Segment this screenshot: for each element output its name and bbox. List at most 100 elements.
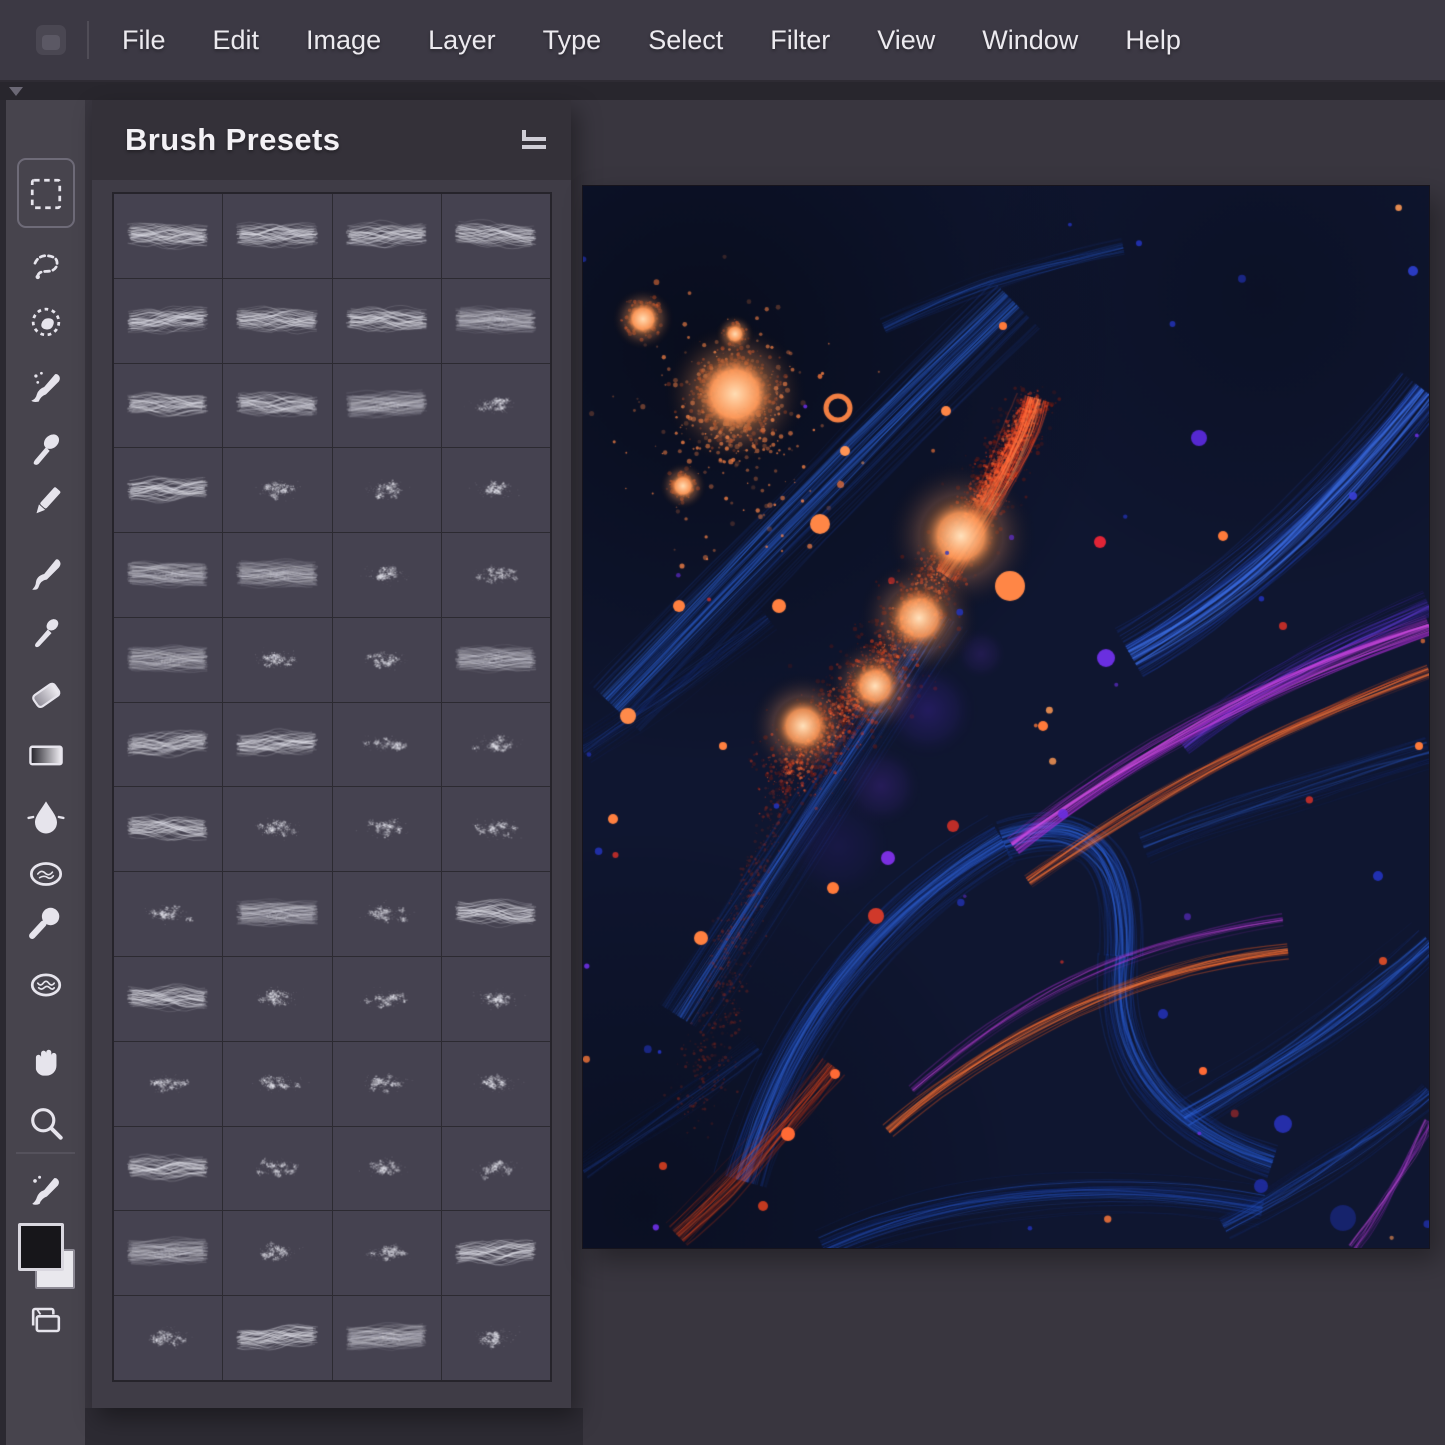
bottom-shade <box>85 1408 583 1445</box>
tool-sponge-icon[interactable] <box>20 959 72 1011</box>
brush-preset-cell[interactable] <box>333 194 441 278</box>
tool-gradient-icon[interactable] <box>20 729 72 781</box>
tool-pencil-icon[interactable] <box>20 476 72 528</box>
brush-preset-cell[interactable] <box>114 364 222 448</box>
brush-presets-panel: Brush Presets <box>92 100 571 1408</box>
brush-preset-cell[interactable] <box>333 872 441 956</box>
tool-mixer-brush-icon[interactable] <box>20 423 72 475</box>
tool-rectangular-marquee-icon[interactable] <box>20 168 72 220</box>
tool-color-swatches-icon[interactable] <box>17 1223 75 1289</box>
tool-pen-icon[interactable] <box>20 608 72 660</box>
menu-bar: File Edit Image Layer Type Select Filter View Wi… <box>0 0 1445 82</box>
brush-preset-cell[interactable] <box>442 279 550 363</box>
brush-preset-cell[interactable] <box>442 1296 550 1380</box>
app-logo-icon <box>36 25 66 55</box>
brush-preset-cell[interactable] <box>114 533 222 617</box>
brush-preset-cell[interactable] <box>114 1211 222 1295</box>
brush-preset-cell[interactable] <box>114 872 222 956</box>
menu-item-select[interactable]: Select <box>648 25 723 56</box>
tool-blur-icon[interactable] <box>20 791 72 843</box>
tool-zoom-icon[interactable] <box>20 1097 72 1149</box>
brush-preset-cell[interactable] <box>223 1296 331 1380</box>
brush-preset-cell[interactable] <box>333 1211 441 1295</box>
tool-healing-brush-icon[interactable] <box>20 296 72 348</box>
brush-preset-cell[interactable] <box>114 1127 222 1211</box>
brush-preset-cell[interactable] <box>442 448 550 532</box>
brush-preset-cell[interactable] <box>223 533 331 617</box>
brush-preset-cell[interactable] <box>442 787 550 871</box>
tool-smudge-icon[interactable] <box>20 848 72 900</box>
brush-preset-cell[interactable] <box>223 1127 331 1211</box>
panel-title: Brush Presets <box>125 122 340 158</box>
brush-preset-cell[interactable] <box>442 1042 550 1126</box>
brush-preset-cell[interactable] <box>114 1296 222 1380</box>
menu-item-edit[interactable]: Edit <box>213 25 260 56</box>
tool-lasso-icon[interactable] <box>20 239 72 291</box>
foreground-color-swatch[interactable] <box>18 1223 64 1271</box>
tool-detail-brush-icon[interactable] <box>20 1165 72 1217</box>
brush-preset-cell[interactable] <box>114 957 222 1041</box>
artwork-canvas[interactable] <box>583 186 1429 1248</box>
brush-preset-cell[interactable] <box>442 1127 550 1211</box>
menu-separator <box>87 21 89 59</box>
brush-preset-cell[interactable] <box>223 279 331 363</box>
brush-preset-cell[interactable] <box>223 448 331 532</box>
menu-item-image[interactable]: Image <box>306 25 381 56</box>
menu-item-layer[interactable]: Layer <box>428 25 496 56</box>
menu-item-filter[interactable]: Filter <box>770 25 830 56</box>
brush-preset-cell[interactable] <box>223 957 331 1041</box>
menu-item-window[interactable]: Window <box>982 25 1078 56</box>
brush-preset-cell[interactable] <box>333 618 441 702</box>
brush-preset-cell[interactable] <box>114 194 222 278</box>
brush-preset-cell[interactable] <box>114 1042 222 1126</box>
brush-preset-cell[interactable] <box>333 533 441 617</box>
brush-preset-cell[interactable] <box>223 1211 331 1295</box>
brush-preset-cell[interactable] <box>442 703 550 787</box>
brush-preset-cell[interactable] <box>442 618 550 702</box>
brush-preset-cell[interactable] <box>333 448 441 532</box>
brush-preset-cell[interactable] <box>223 364 331 448</box>
brush-preset-cell[interactable] <box>442 364 550 448</box>
brush-preset-cell[interactable] <box>442 533 550 617</box>
brush-preset-cell[interactable] <box>333 703 441 787</box>
menu-item-type[interactable]: Type <box>543 25 602 56</box>
brush-preset-cell[interactable] <box>333 364 441 448</box>
options-strip <box>0 82 1445 100</box>
brush-preset-cell[interactable] <box>223 618 331 702</box>
tool-spray-brush-icon[interactable] <box>20 361 72 413</box>
tool-dodge-icon[interactable] <box>20 896 72 948</box>
menu-item-help[interactable]: Help <box>1125 25 1181 56</box>
tool-paint-brush-icon[interactable] <box>20 548 72 600</box>
tools-sidebar <box>6 100 85 1445</box>
menu-item-file[interactable]: File <box>122 25 166 56</box>
brush-preset-cell[interactable] <box>223 872 331 956</box>
brush-preset-cell[interactable] <box>223 194 331 278</box>
tool-eraser-icon[interactable] <box>20 669 72 721</box>
brush-preset-cell[interactable] <box>333 279 441 363</box>
brush-preset-cell[interactable] <box>114 448 222 532</box>
tool-screen-mode-icon[interactable] <box>20 1294 72 1346</box>
brush-preset-cell[interactable] <box>333 957 441 1041</box>
toolbar-separator <box>16 1152 75 1154</box>
brush-preset-cell[interactable] <box>114 618 222 702</box>
panel-menu-icon[interactable] <box>521 130 547 150</box>
brush-preset-cell[interactable] <box>333 1042 441 1126</box>
brush-preset-cell[interactable] <box>223 703 331 787</box>
collapse-arrow-icon[interactable] <box>9 87 23 96</box>
menu-items: File Edit Image Layer Type Select Filter View Wi… <box>122 25 1181 56</box>
brush-preset-cell[interactable] <box>114 703 222 787</box>
brush-preset-cell[interactable] <box>333 1296 441 1380</box>
menu-item-view[interactable]: View <box>877 25 935 56</box>
brush-preset-cell[interactable] <box>333 1127 441 1211</box>
brush-preset-cell[interactable] <box>442 194 550 278</box>
brush-preset-cell[interactable] <box>223 1042 331 1126</box>
brush-preset-cell[interactable] <box>114 787 222 871</box>
brush-preset-cell[interactable] <box>442 872 550 956</box>
brush-presets-grid <box>112 192 552 1382</box>
brush-preset-cell[interactable] <box>223 787 331 871</box>
brush-preset-cell[interactable] <box>442 957 550 1041</box>
brush-preset-cell[interactable] <box>442 1211 550 1295</box>
tool-hand-icon[interactable] <box>20 1035 72 1087</box>
brush-preset-cell[interactable] <box>114 279 222 363</box>
brush-preset-cell[interactable] <box>333 787 441 871</box>
